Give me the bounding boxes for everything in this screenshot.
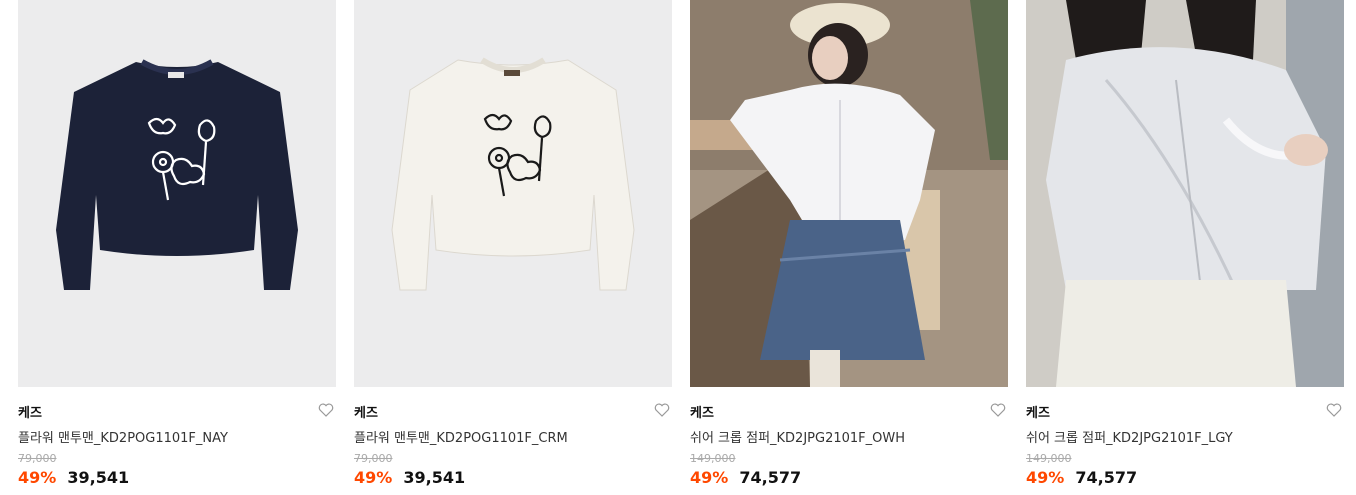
heart-outline-icon[interactable] — [1326, 403, 1342, 417]
product-image[interactable] — [354, 0, 672, 387]
discount-rate: 49% — [690, 468, 729, 487]
brand-name[interactable]: 케즈 — [1026, 402, 1050, 421]
product-card[interactable]: 케즈 플라워 맨투맨_KD2POG1101F_CRM 79,000 49% 39… — [354, 0, 672, 495]
sale-price: 74,577 — [1075, 468, 1138, 487]
product-name[interactable]: 쉬어 크롭 점퍼_KD2JPG2101F_OWH — [690, 427, 905, 446]
original-price: 149,000 — [690, 452, 736, 465]
original-price: 79,000 — [354, 452, 393, 465]
product-card[interactable]: 케즈 플라워 맨투맨_KD2POG1101F_NAY 79,000 49% 39… — [18, 0, 336, 495]
price-row: 49% 74,577 — [1026, 468, 1137, 487]
discount-rate: 49% — [18, 468, 57, 487]
product-name[interactable]: 플라워 맨투맨_KD2POG1101F_NAY — [18, 427, 228, 446]
heart-outline-icon[interactable] — [318, 403, 334, 417]
brand-name[interactable]: 케즈 — [18, 402, 42, 421]
price-row: 49% 74,577 — [690, 468, 801, 487]
product-card[interactable]: 케즈 쉬어 크롭 점퍼_KD2JPG2101F_OWH 149,000 49% … — [690, 0, 1008, 495]
product-image[interactable] — [1026, 0, 1344, 387]
price-row: 49% 39,541 — [354, 468, 465, 487]
product-card[interactable]: 케즈 쉬어 크롭 점퍼_KD2JPG2101F_LGY 149,000 49% … — [1026, 0, 1344, 495]
discount-rate: 49% — [354, 468, 393, 487]
discount-rate: 49% — [1026, 468, 1065, 487]
product-image[interactable] — [690, 0, 1008, 387]
sale-price: 74,577 — [739, 468, 802, 487]
original-price: 149,000 — [1026, 452, 1072, 465]
sale-price: 39,541 — [67, 468, 130, 487]
sale-price: 39,541 — [403, 468, 466, 487]
product-image[interactable] — [18, 0, 336, 387]
brand-name[interactable]: 케즈 — [354, 402, 378, 421]
product-grid: 케즈 플라워 맨투맨_KD2POG1101F_NAY 79,000 49% 39… — [0, 0, 1356, 495]
brand-name[interactable]: 케즈 — [690, 402, 714, 421]
product-name[interactable]: 쉬어 크롭 점퍼_KD2JPG2101F_LGY — [1026, 427, 1233, 446]
heart-outline-icon[interactable] — [654, 403, 670, 417]
original-price: 79,000 — [18, 452, 57, 465]
heart-outline-icon[interactable] — [990, 403, 1006, 417]
product-name[interactable]: 플라워 맨투맨_KD2POG1101F_CRM — [354, 427, 568, 446]
price-row: 49% 39,541 — [18, 468, 129, 487]
